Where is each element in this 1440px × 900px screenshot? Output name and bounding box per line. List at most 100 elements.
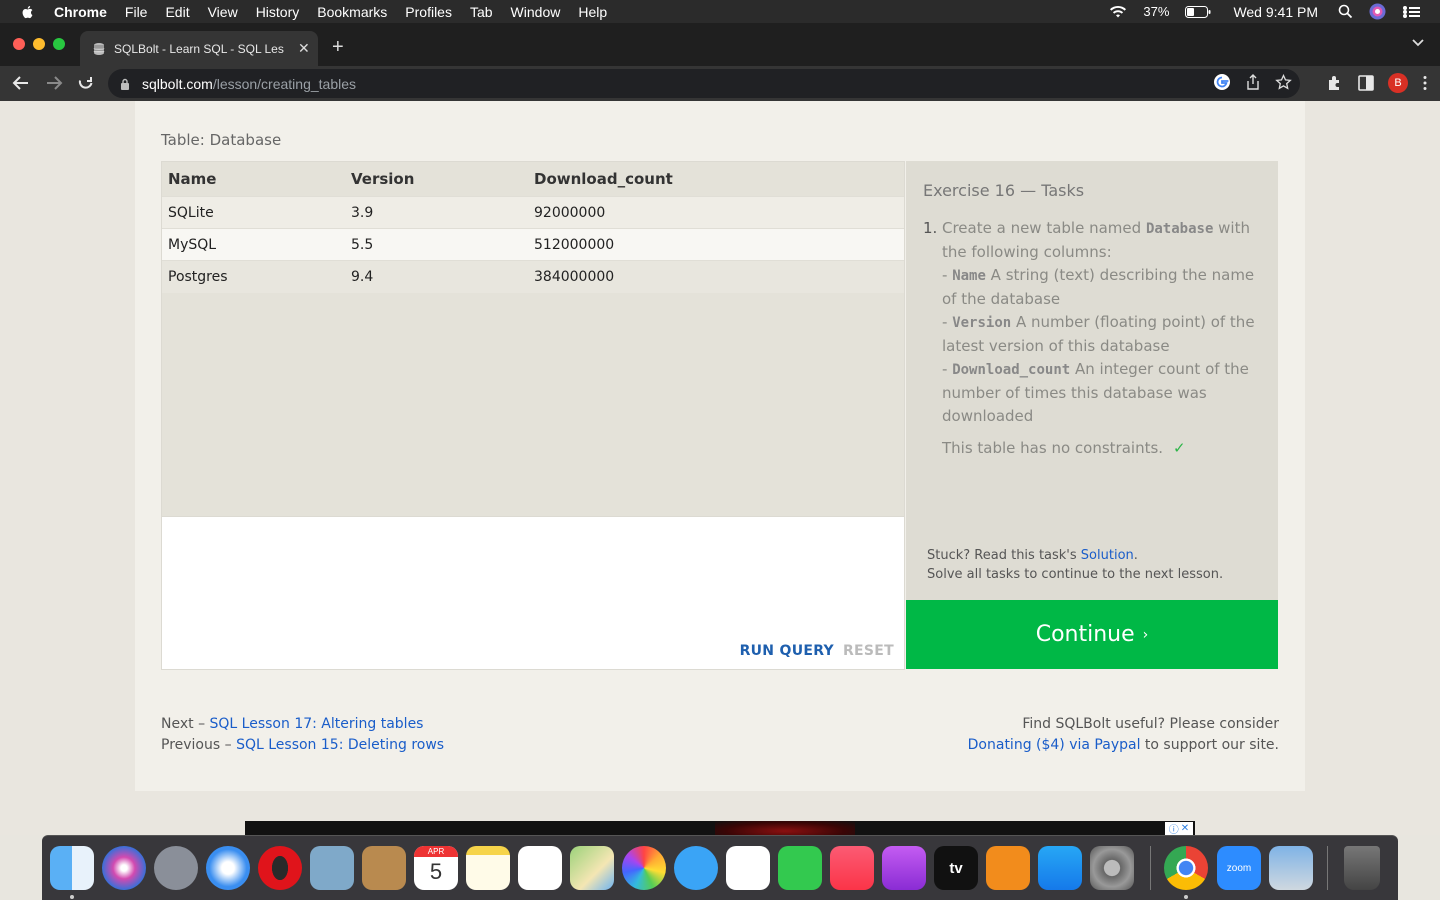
calendar-day: 5 (429, 859, 443, 884)
control-center-icon[interactable] (1402, 5, 1420, 19)
table-cell: 92000000 (528, 196, 904, 229)
window-zoom-button[interactable] (53, 38, 65, 50)
url-host: sqlbolt.com (142, 75, 213, 92)
task-complete-check-icon: ✓ (1173, 439, 1186, 457)
dock-preview-icon[interactable] (310, 846, 354, 890)
next-lesson-link[interactable]: SQL Lesson 17: Altering tables (210, 716, 424, 732)
task-constraints: This table has no constraints. ✓ (942, 439, 1186, 457)
siri-icon[interactable] (1369, 3, 1386, 20)
ad-choices[interactable]: ⓘ ✕ (1165, 822, 1193, 835)
ad-close-icon[interactable]: ✕ (1181, 823, 1189, 834)
solve-all-text: Solve all tasks to continue to the next … (927, 567, 1224, 582)
task-column-version: - Version A number (floating point) of t… (942, 313, 1255, 355)
battery-icon[interactable] (1185, 5, 1211, 18)
dock-photos-icon[interactable] (622, 846, 666, 890)
profile-avatar[interactable]: B (1388, 73, 1408, 93)
menu-history[interactable]: History (256, 4, 300, 20)
dock-system-preferences-icon[interactable] (1090, 846, 1134, 890)
donation-note: Find SQLBolt useful? Please consider Don… (967, 716, 1279, 753)
dock-tv-icon[interactable]: tv (934, 846, 978, 890)
task-column-name: - Name A string (text) describing the na… (942, 266, 1255, 308)
forward-arrow-icon[interactable] (45, 74, 63, 92)
column-header-name: Name (168, 170, 217, 188)
dock-separator (1150, 846, 1151, 890)
table-cell: 9.4 (345, 260, 528, 293)
dock-chrome-icon[interactable] (1164, 846, 1208, 890)
dock-contacts-icon[interactable] (362, 846, 406, 890)
table-row: MySQL 5.5 512000000 (162, 228, 904, 261)
dock-books-icon[interactable] (986, 846, 1030, 890)
lock-icon[interactable] (120, 78, 130, 90)
reload-icon[interactable] (77, 74, 95, 92)
bookmark-star-icon[interactable] (1275, 73, 1292, 91)
continue-button[interactable]: Continue › (906, 600, 1278, 669)
tab-close-icon[interactable]: ✕ (298, 40, 310, 57)
kebab-menu-icon[interactable] (1422, 75, 1428, 91)
dock-safari-icon[interactable] (206, 846, 250, 890)
window-minimize-button[interactable] (33, 38, 45, 50)
table-cell: 384000000 (528, 260, 904, 293)
ad-info-icon[interactable]: ⓘ (1169, 821, 1179, 835)
dock-facetime-icon[interactable] (778, 846, 822, 890)
dock-image-capture-icon[interactable] (1269, 846, 1313, 890)
task-item: 1. Create a new table named Database wit… (923, 217, 1268, 460)
browser-tab-active[interactable]: SQLBolt - Learn SQL - SQL Les ✕ (80, 31, 318, 66)
task-table-name: Database (1145, 221, 1214, 237)
new-tab-plus-icon[interactable]: + (332, 36, 344, 59)
battery-percent: 37% (1143, 4, 1170, 19)
advertisement-banner[interactable]: ⓘ ✕ (245, 821, 1195, 835)
dock-notes-icon[interactable] (466, 846, 510, 890)
tab-search-chevron-icon[interactable] (1412, 39, 1424, 47)
menu-file[interactable]: File (125, 4, 148, 20)
back-arrow-icon[interactable] (12, 74, 30, 92)
ad-image (715, 821, 855, 835)
menu-app-name[interactable]: Chrome (54, 4, 107, 20)
dock-numbers-icon[interactable] (726, 846, 770, 890)
table-caption: Table: Database (161, 131, 282, 149)
dock-trash-icon[interactable] (1344, 846, 1380, 890)
table-row: Postgres 9.4 384000000 (162, 260, 904, 293)
dock-reminders-icon[interactable] (518, 846, 562, 890)
donate-paypal-link[interactable]: Donating ($4) via Paypal (968, 737, 1141, 753)
dock-finder-icon[interactable] (50, 846, 94, 890)
menu-window[interactable]: Window (511, 4, 561, 20)
menu-clock[interactable]: Wed 9:41 PM (1233, 4, 1318, 20)
menu-help[interactable]: Help (578, 4, 607, 20)
previous-lesson-link[interactable]: SQL Lesson 15: Deleting rows (236, 737, 444, 753)
extensions-puzzle-icon[interactable] (1326, 74, 1344, 92)
window-close-button[interactable] (13, 38, 25, 50)
dock-siri-icon[interactable] (102, 846, 146, 890)
sql-query-editor[interactable]: RUN QUERY RESET (161, 517, 905, 670)
spotlight-icon[interactable] (1338, 4, 1353, 19)
share-icon[interactable] (1245, 74, 1261, 90)
dock-opera-icon[interactable] (258, 846, 302, 890)
solution-link[interactable]: Solution (1081, 548, 1134, 563)
query-results-table: Name Version Download_count SQLite 3.9 9… (161, 161, 905, 517)
menu-profiles[interactable]: Profiles (405, 4, 452, 20)
dock-calendar-icon[interactable]: APR 5 (414, 846, 458, 890)
dock-podcasts-icon[interactable] (882, 846, 926, 890)
menu-tab[interactable]: Tab (470, 4, 493, 20)
continue-label: Continue (1035, 622, 1135, 647)
chevron-right-icon: › (1142, 626, 1149, 643)
reset-button[interactable]: RESET (843, 643, 894, 659)
dock-music-icon[interactable] (830, 846, 874, 890)
macos-dock: APR 5 tv zoom (42, 835, 1398, 900)
menu-bookmarks[interactable]: Bookmarks (317, 4, 387, 20)
address-bar[interactable]: sqlbolt.com/lesson/creating_tables (108, 69, 1300, 98)
dock-app-store-icon[interactable] (1038, 846, 1082, 890)
browser-toolbar: sqlbolt.com/lesson/creating_tables B (0, 66, 1440, 101)
google-lens-icon[interactable] (1213, 73, 1231, 91)
menu-view[interactable]: View (208, 4, 238, 20)
table-cell: Postgres (162, 260, 345, 293)
dock-launchpad-icon[interactable] (154, 846, 198, 890)
side-panel-icon[interactable] (1358, 75, 1374, 91)
dock-zoom-icon[interactable]: zoom (1217, 846, 1261, 890)
tasks-heading: Exercise 16 — Tasks (923, 181, 1085, 200)
wifi-icon[interactable] (1109, 5, 1127, 19)
apple-icon[interactable] (20, 4, 36, 20)
run-query-button[interactable]: RUN QUERY (740, 643, 834, 659)
dock-messages-icon[interactable] (674, 846, 718, 890)
dock-maps-icon[interactable] (570, 846, 614, 890)
menu-edit[interactable]: Edit (165, 4, 189, 20)
